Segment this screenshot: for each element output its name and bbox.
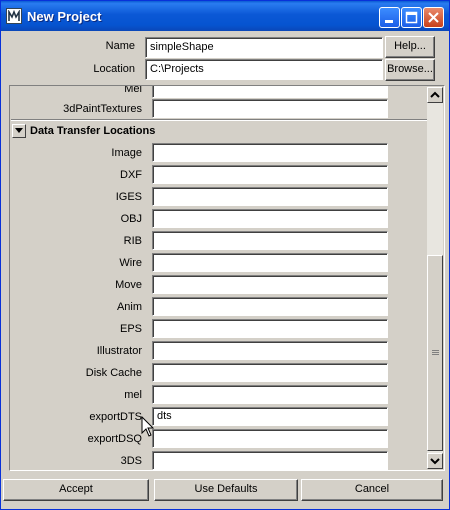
- row-field[interactable]: dts: [152, 407, 388, 426]
- row-label: Illustrator: [96, 345, 142, 357]
- row-label: exportDTS: [89, 411, 142, 423]
- scroll-down-button[interactable]: [427, 453, 443, 469]
- location-row: Illustrator: [10, 340, 428, 362]
- close-icon: [428, 12, 439, 23]
- help-button[interactable]: Help...: [385, 36, 435, 58]
- title-bar[interactable]: New Project: [1, 1, 449, 31]
- row-field[interactable]: [152, 165, 388, 184]
- row-label: Mel: [124, 85, 142, 95]
- location-row: exportDTS dts: [10, 406, 428, 428]
- use-defaults-button[interactable]: Use Defaults: [154, 479, 298, 501]
- row-field[interactable]: [152, 451, 388, 470]
- row-label: EPS: [119, 323, 142, 335]
- row-label: IGES: [115, 191, 142, 203]
- project-form: Name simpleShape Help... Location C:\Pro…: [1, 31, 449, 81]
- row-field[interactable]: [152, 143, 388, 162]
- row-field[interactable]: [152, 187, 388, 206]
- row-field[interactable]: [152, 429, 388, 448]
- arrow-down-icon: [430, 458, 440, 465]
- location-row: DXF: [10, 164, 428, 186]
- row-label: DXF: [120, 169, 142, 181]
- name-label: Name: [105, 40, 135, 52]
- accept-button[interactable]: Accept: [3, 479, 149, 501]
- location-row: 3DS: [10, 450, 428, 470]
- location-row: RIB: [10, 230, 428, 252]
- location-row: EPS: [10, 318, 428, 340]
- maximize-button[interactable]: [401, 7, 422, 28]
- row-label: RIB: [123, 235, 142, 247]
- minimize-button[interactable]: [379, 7, 400, 28]
- location-row: Disk Cache: [10, 362, 428, 384]
- collapse-toggle[interactable]: [12, 124, 26, 138]
- triangle-down-icon: [15, 128, 23, 133]
- row-field[interactable]: [152, 253, 388, 272]
- location-row: Move: [10, 274, 428, 296]
- vertical-scrollbar[interactable]: [427, 87, 443, 469]
- location-row-3dpainttextures: 3dPaintTextures: [10, 98, 428, 120]
- row-label: Image: [111, 147, 142, 159]
- location-field[interactable]: C:\Projects: [145, 59, 383, 80]
- location-row: OBJ: [10, 208, 428, 230]
- scroll-up-button[interactable]: [427, 87, 443, 103]
- row-field[interactable]: [152, 385, 388, 404]
- row-label: Anim: [116, 301, 142, 313]
- location-row: mel: [10, 384, 428, 406]
- scroll-thumb[interactable]: [427, 255, 443, 451]
- row-field[interactable]: [152, 297, 388, 316]
- new-project-window: New Project Name simpleShape Help... Loc…: [0, 0, 450, 510]
- location-row: IGES: [10, 186, 428, 208]
- cancel-button[interactable]: Cancel: [301, 479, 443, 501]
- maya-app-icon: [6, 8, 22, 24]
- location-row: Anim: [10, 296, 428, 318]
- locations-list: Mel 3dPaintTextures Data Transfer Locati…: [10, 85, 428, 470]
- minimize-icon: [385, 20, 393, 23]
- row-field[interactable]: [152, 275, 388, 294]
- row-field[interactable]: [152, 99, 388, 118]
- row-label: Move: [115, 279, 142, 291]
- location-label: Location: [93, 63, 135, 75]
- browse-button[interactable]: Browse...: [385, 59, 435, 81]
- section-title: Data Transfer Locations: [30, 125, 156, 137]
- row-label: Wire: [119, 257, 142, 269]
- name-field[interactable]: simpleShape: [145, 37, 383, 58]
- window-title: New Project: [27, 9, 102, 24]
- location-row: Wire: [10, 252, 428, 274]
- row-label: 3DS: [120, 455, 142, 467]
- row-field[interactable]: [152, 86, 388, 98]
- location-row: exportDSQ: [10, 428, 428, 450]
- arrow-up-icon: [430, 91, 440, 98]
- row-label: Disk Cache: [85, 367, 142, 379]
- row-label: 3dPaintTextures: [63, 103, 142, 115]
- row-field[interactable]: [152, 231, 388, 250]
- location-row: Image: [10, 142, 428, 164]
- row-label: OBJ: [120, 213, 142, 225]
- mouse-pointer-icon: [141, 416, 155, 437]
- row-label: mel: [124, 389, 142, 401]
- row-field[interactable]: [152, 363, 388, 382]
- row-field[interactable]: [152, 209, 388, 228]
- close-button[interactable]: [423, 7, 444, 28]
- row-label: exportDSQ: [87, 433, 142, 445]
- row-field[interactable]: [152, 319, 388, 338]
- row-field[interactable]: [152, 341, 388, 360]
- project-locations-scroll-area[interactable]: Mel 3dPaintTextures Data Transfer Locati…: [9, 85, 445, 471]
